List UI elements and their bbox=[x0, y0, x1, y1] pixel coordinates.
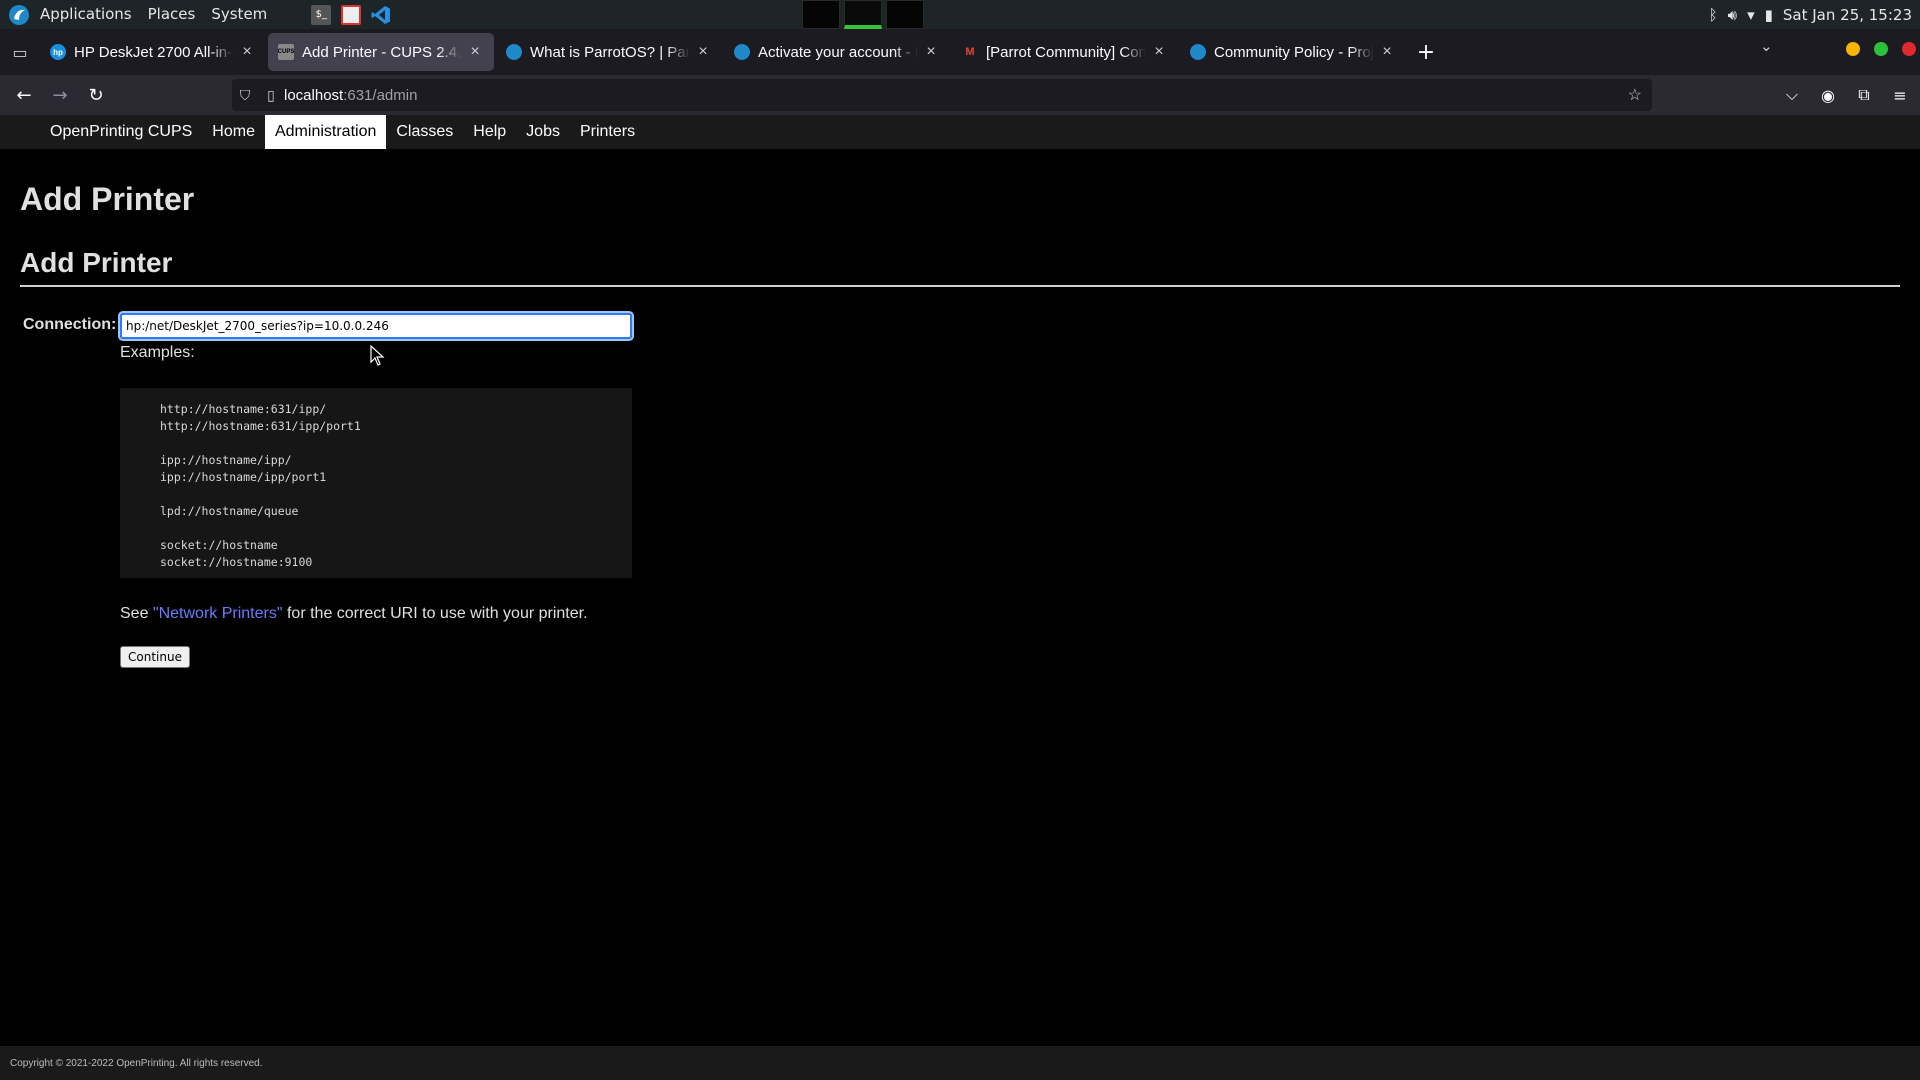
nav-help[interactable]: Help bbox=[463, 115, 516, 149]
tab-title: HP DeskJet 2700 All-in-One bbox=[74, 43, 234, 61]
page-title: Add Printer bbox=[20, 181, 195, 217]
os-top-panel: Applications Places System $_ ᛒ 🔊︎ ▾ ▮ S… bbox=[0, 0, 1920, 29]
shield-icon[interactable]: ⛉ bbox=[232, 87, 258, 104]
see-network-printers-text: See "Network Printers" for the correct U… bbox=[120, 605, 588, 623]
nav-openprinting-cups[interactable]: OpenPrinting CUPS bbox=[40, 115, 202, 149]
nav-administration[interactable]: Administration bbox=[264, 115, 387, 149]
close-tab-icon[interactable]: × bbox=[466, 43, 484, 61]
examples-label: Examples: bbox=[120, 344, 195, 361]
cups-page: OpenPrinting CUPS Home Administration Cl… bbox=[0, 115, 1920, 1080]
tab-hp-deskjet[interactable]: hp HP DeskJet 2700 All-in-One × bbox=[40, 33, 266, 71]
list-all-tabs-chevron-icon[interactable]: ⌄ bbox=[1760, 37, 1773, 55]
volume-icon[interactable]: 🔊︎ bbox=[1728, 6, 1737, 24]
gmail-icon: M bbox=[965, 46, 975, 58]
parrot-icon bbox=[506, 44, 522, 60]
hp-icon: hp bbox=[50, 44, 66, 60]
tab-what-is-parrotos[interactable]: What is ParrotOS? | Parrot × bbox=[496, 33, 722, 71]
nav-classes[interactable]: Classes bbox=[386, 115, 463, 149]
tab-title: Add Printer - CUPS 2.4.2 bbox=[302, 43, 462, 61]
parrot-logo-icon[interactable] bbox=[8, 4, 30, 26]
section-title: Add Printer bbox=[20, 247, 173, 278]
new-tab-plus-icon[interactable]: + bbox=[1408, 40, 1444, 65]
back-arrow-icon[interactable]: ← bbox=[6, 79, 42, 111]
tab-title: [Parrot Community] Confirm bbox=[986, 43, 1146, 61]
nav-jobs[interactable]: Jobs bbox=[516, 115, 570, 149]
workspace-1[interactable] bbox=[802, 0, 840, 29]
pocket-icon[interactable]: ⌵ bbox=[1778, 79, 1806, 111]
close-tab-icon[interactable]: × bbox=[1150, 43, 1168, 61]
url-bar[interactable]: ⛉ ▯ localhost:631/admin ☆ bbox=[232, 79, 1652, 111]
terminal-launcher-icon[interactable]: $_ bbox=[311, 4, 332, 25]
url-host: localhost bbox=[284, 86, 344, 104]
see-suffix: for the correct URI to use with your pri… bbox=[282, 605, 588, 622]
network-printers-link[interactable]: "Network Printers" bbox=[153, 605, 283, 622]
vscode-launcher-icon[interactable] bbox=[371, 5, 391, 25]
hamburger-menu-icon[interactable]: ≡ bbox=[1886, 79, 1914, 111]
close-window-button[interactable] bbox=[1902, 42, 1916, 56]
forward-arrow-icon[interactable]: → bbox=[42, 79, 78, 111]
applications-menu[interactable]: Applications bbox=[32, 0, 140, 29]
bookmark-star-icon[interactable]: ☆ bbox=[1628, 85, 1642, 105]
workspace-2[interactable] bbox=[844, 0, 882, 29]
page-info-icon[interactable]: ▯ bbox=[258, 87, 284, 104]
mouse-pointer-icon bbox=[370, 345, 385, 366]
workspace-switcher bbox=[802, 0, 924, 29]
system-menu[interactable]: System bbox=[203, 0, 275, 29]
parrot-icon bbox=[734, 44, 750, 60]
tab-parrot-community-mail[interactable]: M [Parrot Community] Confirm × bbox=[952, 33, 1178, 71]
continue-button[interactable]: Continue bbox=[120, 646, 190, 668]
tab-community-policy[interactable]: Community Policy - Project × bbox=[1180, 33, 1406, 71]
clock[interactable]: Sat Jan 25, 15:23 bbox=[1783, 6, 1912, 24]
battery-icon[interactable]: ▮ bbox=[1765, 6, 1773, 24]
nav-printers[interactable]: Printers bbox=[570, 115, 645, 149]
parrot-icon bbox=[1190, 44, 1206, 60]
browser-nav-bar: ← → ↻ ⛉ ▯ localhost:631/admin ☆ ⌵ ◉ ⧉ ≡ bbox=[0, 75, 1920, 115]
nav-home[interactable]: Home bbox=[202, 115, 265, 149]
workspace-3[interactable] bbox=[886, 0, 924, 29]
tab-title: Activate your account - Parrot bbox=[758, 43, 918, 61]
close-tab-icon[interactable]: × bbox=[922, 43, 940, 61]
places-menu[interactable]: Places bbox=[140, 0, 204, 29]
connection-label: Connection: bbox=[23, 316, 117, 333]
tab-title: Community Policy - Project bbox=[1214, 43, 1374, 61]
see-prefix: See bbox=[120, 605, 153, 622]
system-tray: ᛒ 🔊︎ ▾ ▮ Sat Jan 25, 15:23 bbox=[1709, 0, 1920, 29]
tab-title: What is ParrotOS? | Parrot bbox=[530, 43, 690, 61]
account-icon[interactable]: ◉ bbox=[1814, 79, 1842, 111]
browser-tab-strip: ▭ hp HP DeskJet 2700 All-in-One × CUPS A… bbox=[0, 29, 1920, 75]
tab-add-printer[interactable]: CUPS Add Printer - CUPS 2.4.2 × bbox=[268, 33, 494, 71]
tab-activate-account[interactable]: Activate your account - Parrot × bbox=[724, 33, 950, 71]
maximize-button[interactable] bbox=[1874, 42, 1888, 56]
cups-icon: CUPS bbox=[278, 44, 294, 60]
url-path: :631/admin bbox=[343, 86, 418, 104]
minimize-button[interactable] bbox=[1846, 42, 1860, 56]
text-editor-launcher-icon[interactable] bbox=[341, 4, 362, 25]
extensions-icon[interactable]: ⧉ bbox=[1850, 79, 1878, 111]
examples-block: http://hostname:631/ipp/ http://hostname… bbox=[120, 388, 632, 578]
tab-overview-icon[interactable]: ▭ bbox=[0, 29, 40, 75]
bluetooth-icon[interactable]: ᛒ bbox=[1709, 6, 1718, 24]
cups-nav: OpenPrinting CUPS Home Administration Cl… bbox=[0, 115, 1920, 149]
wifi-icon[interactable]: ▾ bbox=[1747, 6, 1755, 24]
close-tab-icon[interactable]: × bbox=[1378, 43, 1396, 61]
divider bbox=[20, 285, 1900, 287]
connection-uri-input[interactable] bbox=[118, 311, 634, 341]
close-tab-icon[interactable]: × bbox=[238, 43, 256, 61]
window-controls bbox=[1846, 42, 1916, 56]
reload-icon[interactable]: ↻ bbox=[78, 79, 114, 111]
close-tab-icon[interactable]: × bbox=[694, 43, 712, 61]
cups-footer: Copyright © 2021-2022 OpenPrinting. All … bbox=[0, 1046, 1920, 1080]
